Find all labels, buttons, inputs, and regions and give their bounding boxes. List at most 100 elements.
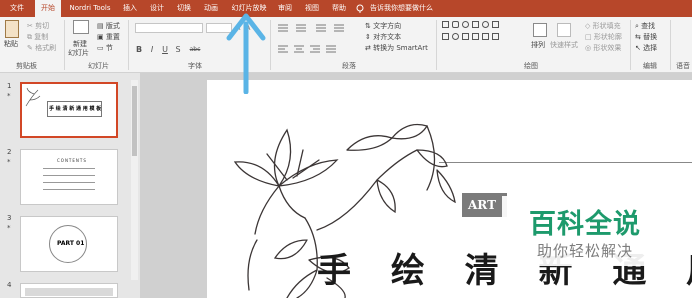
thumbnail-title: PART 01 [57,240,85,247]
slide-thumbnail-panel: 1 * 手 绘 清 新 通 用 模 板 2 * CONTENTS 3 * PAR… [0,73,140,298]
thumbnail-title: 手 绘 清 新 通 用 模 板 [49,106,102,112]
drawing-group-label: 绘图 [524,62,538,70]
replace-label: 替换 [643,33,658,41]
line-shape-icon[interactable] [442,33,449,40]
shape-outline-button[interactable]: □ 形状轮廓 [585,33,622,42]
list-buttons-icon[interactable] [276,23,368,33]
shape-effects-label: 形状效果 [593,44,622,52]
shape-outline-label: 形状轮廓 [593,33,622,41]
menu-review[interactable]: 审阅 [274,0,296,17]
menu-bar: 文件 开始 Nordri Tools 插入 设计 切换 动画 幻灯片放映 审阅 … [0,0,692,17]
new-slide-icon[interactable] [73,20,89,34]
lightbulb-icon [356,4,364,13]
bold-button[interactable]: B [134,45,144,55]
shadow-button[interactable]: S [173,45,183,55]
find-label: 查找 [641,22,656,30]
shape-fill-label: 形状填充 [592,22,621,30]
menu-insert[interactable]: 插入 [119,0,141,17]
slides-group-label: 幻灯片 [88,62,109,70]
slide-star-icon: * [7,92,11,100]
rectangle-shape-icon[interactable] [442,21,449,28]
oval-shape-icon[interactable] [462,21,469,28]
menu-home[interactable]: 开始 [35,0,61,17]
strikethrough-button[interactable]: abc [187,45,203,55]
new-slide-button-line2[interactable]: 幻灯片 [68,49,89,58]
menu-design[interactable]: 设计 [146,0,168,17]
thumbnail-scrollbar[interactable] [131,80,138,280]
shape-effects-button[interactable]: ◎ 形状效果 [585,44,621,53]
italic-button[interactable]: I [147,45,157,55]
triangle-shape-icon[interactable] [472,21,479,28]
slide-thumbnail-3[interactable]: PART 01 [20,216,118,272]
thumbnail-title: CONTENTS [57,158,87,163]
arrange-icon[interactable] [533,23,547,37]
divider [64,20,65,70]
select-label: 选择 [643,44,658,52]
toc-line [43,189,95,190]
toc-line [43,168,95,169]
arrange-button[interactable]: 排列 [531,41,545,50]
align-text-button[interactable]: ⇕ 对齐文本 [365,33,401,42]
voice-group-label: 语音 [676,62,690,70]
shape-fill-button[interactable]: ◇ 形状填充 [585,22,621,31]
cut-button[interactable]: ✂ 剪切 [27,22,49,31]
watermark-subtitle: 助你轻松解决 [536,242,633,260]
menu-animations[interactable]: 动画 [200,0,222,17]
brace-shape-icon[interactable] [462,33,469,40]
find-button[interactable]: ⌕ 查找 [635,22,655,31]
callout-shape-icon[interactable] [482,33,489,40]
toc-line [43,182,95,183]
align-text-label: 对齐文本 [373,33,402,41]
paragraph-group-label: 段落 [342,62,356,70]
menu-help[interactable]: 帮助 [328,0,350,17]
rounded-rect-shape-icon[interactable] [452,21,459,28]
align-buttons-icon[interactable] [276,44,358,54]
editing-group-label: 编辑 [643,62,657,70]
paste-button[interactable]: 粘贴 [4,40,18,49]
menu-nordri-tools[interactable]: Nordri Tools [64,0,116,17]
layout-button[interactable]: ▤ 版式 [97,22,120,31]
quick-styles-button[interactable]: 快速样式 [550,41,578,50]
bracket-shape-icon[interactable] [492,33,499,40]
cut-label: 剪切 [35,22,50,30]
slide-thumbnail-1[interactable]: 手 绘 清 新 通 用 模 板 [20,82,118,138]
star-shape-icon[interactable] [472,33,479,40]
section-button[interactable]: ▭ 节 [97,44,113,53]
slide-thumbnail-4[interactable] [20,283,118,298]
reset-label: 重置 [105,33,120,41]
slide-star-icon: * [7,224,11,232]
divider [270,20,271,70]
shapes-gallery[interactable] [442,21,524,59]
curve-shape-icon[interactable] [452,33,459,40]
new-slide-button[interactable]: 新建 [73,40,87,49]
divider [128,20,129,70]
menu-transitions[interactable]: 切换 [173,0,195,17]
font-name-combo[interactable] [135,23,203,33]
clipboard-group-label: 剪贴板 [16,62,37,70]
paste-icon[interactable] [5,20,19,38]
scrollbar-thumb[interactable] [132,86,137,156]
arrow-shape-icon[interactable] [492,21,499,28]
tell-me-search[interactable]: 告诉我你想要做什么 [370,0,433,17]
section-label: 节 [105,44,113,52]
copy-button[interactable]: ⧉ 复制 [27,33,48,42]
lily-sketch-icon [25,87,41,107]
title-rule-line [439,162,692,163]
select-button[interactable]: ↖ 选择 [635,44,657,53]
format-painter-button[interactable]: ✎ 格式刷 [27,44,56,53]
divider [670,20,671,70]
reset-button[interactable]: ▣ 重置 [97,33,120,42]
menu-file[interactable]: 文件 [3,0,31,17]
circle-shape-icon[interactable] [482,21,489,28]
quick-styles-icon[interactable] [557,23,571,37]
text-direction-label: 文字方向 [373,22,402,30]
text-direction-button[interactable]: ⇅ 文字方向 [365,22,401,31]
smartart-label: 转换为 SmartArt [373,44,428,52]
convert-smartart-button[interactable]: ⇄ 转换为 SmartArt [365,44,428,53]
thumbnail-block [25,288,113,296]
slide-thumbnail-2[interactable]: CONTENTS [20,149,118,205]
menu-view[interactable]: 视图 [301,0,323,17]
underline-button[interactable]: U [160,45,170,55]
art-badge: ART [462,193,507,217]
replace-button[interactable]: ⇆ 替换 [635,33,657,42]
